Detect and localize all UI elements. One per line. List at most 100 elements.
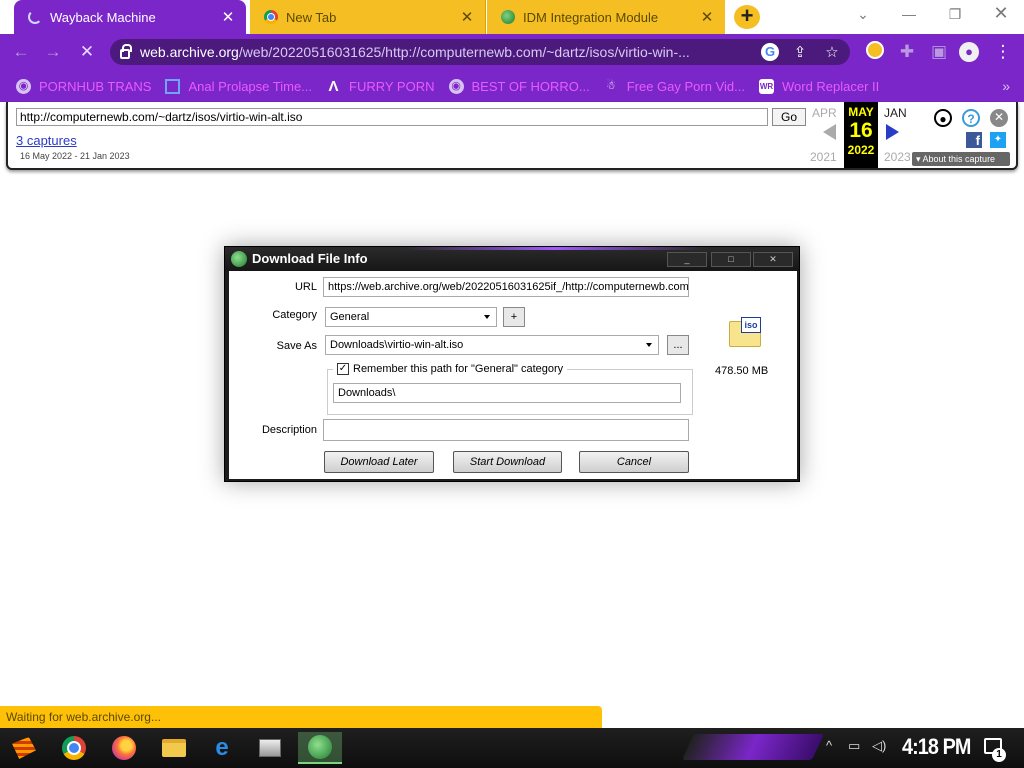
tab-search-icon[interactable]: ⌄ xyxy=(848,6,878,23)
file-explorer-icon xyxy=(162,739,186,757)
wayback-url-input[interactable]: http://computernewb.com/~dartz/isos/virt… xyxy=(16,108,768,126)
facebook-icon[interactable]: f xyxy=(966,132,982,148)
browser-toolbar: ← → ✕ web.archive.org /web/2022051603162… xyxy=(0,34,1024,70)
minimize-icon[interactable]: — xyxy=(894,6,924,22)
wayback-go-button[interactable]: Go xyxy=(772,108,806,126)
url-field[interactable]: https://web.archive.org/web/202205160316… xyxy=(323,277,689,297)
tab-wayback-machine[interactable]: Wayback Machine ✕ xyxy=(14,0,246,34)
bookmark-item[interactable]: Λ FURRY PORN xyxy=(326,79,435,94)
edge-icon: e xyxy=(215,734,229,761)
file-type-badge: iso xyxy=(741,317,761,333)
taskbar-clock[interactable]: 4:18 PM xyxy=(902,734,971,760)
bookmark-item[interactable]: ◉ BEST OF HORRO... xyxy=(448,78,590,94)
next-month-label[interactable]: JAN xyxy=(884,106,907,120)
google-lens-icon[interactable]: G xyxy=(760,43,780,61)
save-as-value: Downloads\virtio-win-alt.iso xyxy=(330,339,464,351)
taskbar-firefox[interactable] xyxy=(106,732,142,764)
prev-capture-arrow-icon[interactable] xyxy=(823,124,836,140)
chevron-down-icon xyxy=(646,343,652,347)
wayback-toolbar: http://computernewb.com/~dartz/isos/virt… xyxy=(6,102,1018,170)
remember-path-label: Remember this path for "General" categor… xyxy=(353,363,564,375)
show-hidden-icons-icon[interactable]: ^ xyxy=(826,738,832,753)
checkbox-checked-icon: ✓ xyxy=(337,363,349,375)
tab-idm-integration-module[interactable]: IDM Integration Module ✕ xyxy=(487,0,725,34)
category-select[interactable]: General xyxy=(325,307,497,327)
firefox-icon xyxy=(112,736,136,760)
taskbar-idm[interactable] xyxy=(298,732,342,764)
user-icon: ☃ xyxy=(606,79,617,92)
about-capture-button[interactable]: ▾ About this capture xyxy=(912,152,1010,166)
dialog-close-button[interactable]: ✕ xyxy=(753,252,793,267)
close-window-icon[interactable]: ✕ xyxy=(986,3,1016,24)
save-as-select[interactable]: Downloads\virtio-win-alt.iso xyxy=(325,335,659,355)
dialog-minimize-button[interactable]: _ xyxy=(667,252,707,267)
bookmark-item[interactable]: Anal Prolapse Time... xyxy=(165,78,313,94)
idm-icon xyxy=(231,251,247,267)
network-icon[interactable]: ▭ xyxy=(848,738,860,754)
bookmark-item[interactable]: WR Word Replacer II xyxy=(758,78,879,94)
dialog-maximize-button[interactable]: □ xyxy=(711,252,751,267)
idm-icon xyxy=(501,10,515,24)
cancel-button[interactable]: Cancel xyxy=(579,451,689,473)
bookmark-label: Anal Prolapse Time... xyxy=(188,78,313,94)
taskbar-package[interactable] xyxy=(252,732,288,764)
taskbar-edge[interactable]: e xyxy=(204,732,240,764)
status-bar: Waiting for web.archive.org... xyxy=(0,706,602,728)
extensions-puzzle-icon[interactable]: ✚ xyxy=(896,42,918,62)
bookmark-item[interactable]: ◉ PORNHUB TRANS xyxy=(16,78,151,94)
back-icon[interactable]: ← xyxy=(10,42,32,62)
next-capture-arrow-icon[interactable] xyxy=(886,124,899,140)
url-domain: web.archive.org xyxy=(140,44,239,60)
save-as-label: Save As xyxy=(276,340,317,352)
restore-icon[interactable]: ❐ xyxy=(940,6,970,23)
twitter-icon[interactable]: ✦ xyxy=(990,132,1006,148)
profile-extension-icon[interactable] xyxy=(864,41,886,64)
volume-icon[interactable]: ◁) xyxy=(872,738,886,754)
bookmark-item[interactable]: ☃ Free Gay Porn Vid... xyxy=(604,79,745,94)
prev-month-label[interactable]: APR xyxy=(812,106,837,120)
avatar[interactable]: ● xyxy=(958,41,980,62)
browse-button[interactable]: ... xyxy=(667,335,689,355)
close-tab-icon[interactable]: ✕ xyxy=(699,8,715,26)
forward-icon[interactable]: → xyxy=(42,42,64,62)
taskbar-file-explorer[interactable] xyxy=(156,732,192,764)
wr-icon: WR xyxy=(758,78,774,94)
bookmark-star-icon[interactable]: ☆ xyxy=(822,43,842,61)
bookmark-square-icon xyxy=(165,78,181,94)
menu-icon[interactable]: ⋮ xyxy=(992,42,1014,62)
dialog-title: Download File Info xyxy=(252,251,368,266)
start-download-button[interactable]: Start Download xyxy=(453,451,562,473)
next-year-label[interactable]: 2023 xyxy=(884,150,911,164)
side-panel-icon[interactable]: ▣ xyxy=(928,42,950,62)
add-category-button[interactable]: + xyxy=(503,307,525,327)
share-icon[interactable]: ⇪ xyxy=(790,43,810,61)
close-tab-icon[interactable]: ✕ xyxy=(220,8,236,26)
close-toolbar-icon[interactable]: ✕ xyxy=(990,109,1008,127)
prev-year-label[interactable]: 2021 xyxy=(810,150,837,164)
chevron-down-icon xyxy=(484,315,490,319)
dialog-titlebar[interactable]: Download File Info _ □ ✕ xyxy=(225,247,799,271)
remember-path-checkbox[interactable]: ✓ Remember this path for "General" categ… xyxy=(333,363,568,375)
close-tab-icon[interactable]: ✕ xyxy=(459,8,475,26)
new-tab-button[interactable]: + xyxy=(734,5,760,29)
address-bar[interactable]: web.archive.org /web/20220516031625/http… xyxy=(110,39,850,65)
wayback-account-icon[interactable]: ● xyxy=(934,109,952,127)
help-icon[interactable]: ? xyxy=(962,109,980,127)
chrome-icon xyxy=(62,736,86,760)
description-field[interactable] xyxy=(323,419,689,441)
start-button[interactable] xyxy=(6,732,42,764)
file-size-label: 478.50 MB xyxy=(715,365,769,377)
globe-icon: ◉ xyxy=(448,78,464,94)
start-icon xyxy=(12,737,36,759)
iso-file-icon: iso xyxy=(729,317,763,347)
taskbar-chrome[interactable] xyxy=(56,732,92,764)
captures-link[interactable]: 3 captures xyxy=(16,133,77,148)
current-day: 16 xyxy=(849,119,873,142)
tab-new-tab[interactable]: New Tab ✕ xyxy=(250,0,486,34)
current-capture-date: MAY 16 2022 xyxy=(844,102,878,168)
remember-path-field[interactable]: Downloads\ xyxy=(333,383,681,403)
download-later-button[interactable]: Download Later xyxy=(324,451,434,473)
dialog-body: URL https://web.archive.org/web/20220516… xyxy=(229,271,797,479)
more-bookmarks-icon[interactable]: » xyxy=(1002,78,1010,94)
stop-icon[interactable]: ✕ xyxy=(76,42,98,62)
